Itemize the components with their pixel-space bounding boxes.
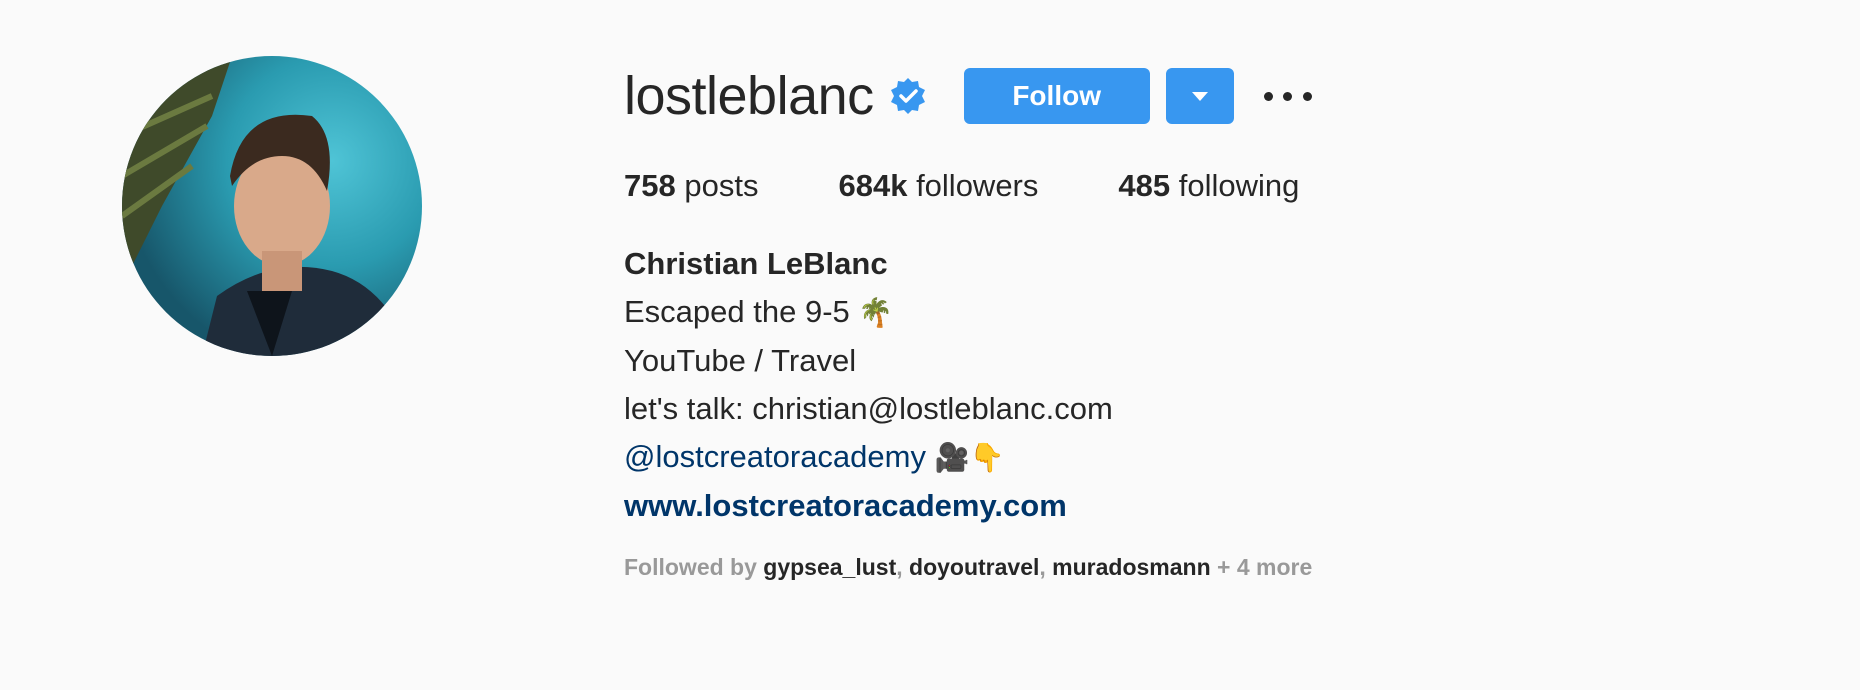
palm-tree-icon: 🌴 — [858, 296, 894, 329]
bio-line-text: Escaped the 9-5 — [624, 294, 850, 329]
followers-label: followers — [916, 168, 1039, 203]
separator: , — [1039, 554, 1046, 580]
ellipsis-icon — [1283, 91, 1293, 101]
suggestions-dropdown-button[interactable] — [1165, 68, 1234, 124]
follower-user[interactable]: muradosmann — [1052, 554, 1210, 580]
followed-by-prefix: Followed by — [624, 554, 757, 580]
camera-pointing-icon: 🎥👇 — [934, 441, 1005, 474]
following-label: following — [1178, 168, 1300, 203]
follower-user[interactable]: gypsea_lust — [763, 554, 896, 580]
bio-line: let's talk: christian@lostleblanc.com — [624, 391, 1113, 426]
mention-link[interactable]: @lostcreatoracademy — [624, 439, 926, 474]
bio-line: @lostcreatoracademy 🎥👇 — [624, 433, 1724, 482]
posts-count: 758 — [624, 168, 676, 203]
following-count: 485 — [1118, 168, 1171, 203]
profile-info: lostleblanc Follow 758 posts 684k follow… — [624, 60, 1724, 584]
verified-badge-icon — [888, 76, 928, 116]
separator: , — [896, 554, 903, 580]
followers-stat[interactable]: 684k followers — [838, 166, 1038, 206]
avatar-image — [122, 56, 422, 356]
more-followers[interactable]: + 4 more — [1217, 554, 1312, 580]
website-link[interactable]: www.lostcreatoracademy.com — [624, 482, 1724, 530]
profile-avatar[interactable] — [122, 56, 422, 356]
ellipsis-icon — [1263, 91, 1273, 101]
caret-down-icon — [1191, 91, 1208, 101]
follower-user[interactable]: doyoutravel — [909, 554, 1039, 580]
posts-label: posts — [684, 168, 759, 203]
ellipsis-icon — [1302, 91, 1312, 101]
following-stat[interactable]: 485 following — [1118, 166, 1299, 206]
username: lostleblanc — [624, 66, 874, 126]
full-name: Christian LeBlanc — [624, 246, 888, 281]
follow-button[interactable]: Follow — [963, 68, 1150, 124]
profile-stats: 758 posts 684k followers 485 following — [624, 166, 1724, 206]
profile-page: lostleblanc Follow 758 posts 684k follow… — [0, 0, 1860, 690]
profile-header: lostleblanc Follow — [624, 60, 1724, 132]
posts-stat: 758 posts — [624, 166, 758, 206]
more-options-button[interactable] — [1263, 68, 1312, 124]
bio-line: Escaped the 9-5 🌴 — [624, 288, 1724, 337]
bio-line: YouTube / Travel — [624, 343, 857, 378]
profile-bio: Christian LeBlanc Escaped the 9-5 🌴 YouT… — [624, 240, 1724, 530]
followed-by[interactable]: Followed by gypsea_lust, doyoutravel, mu… — [624, 550, 1724, 584]
followers-count: 684k — [838, 168, 908, 203]
